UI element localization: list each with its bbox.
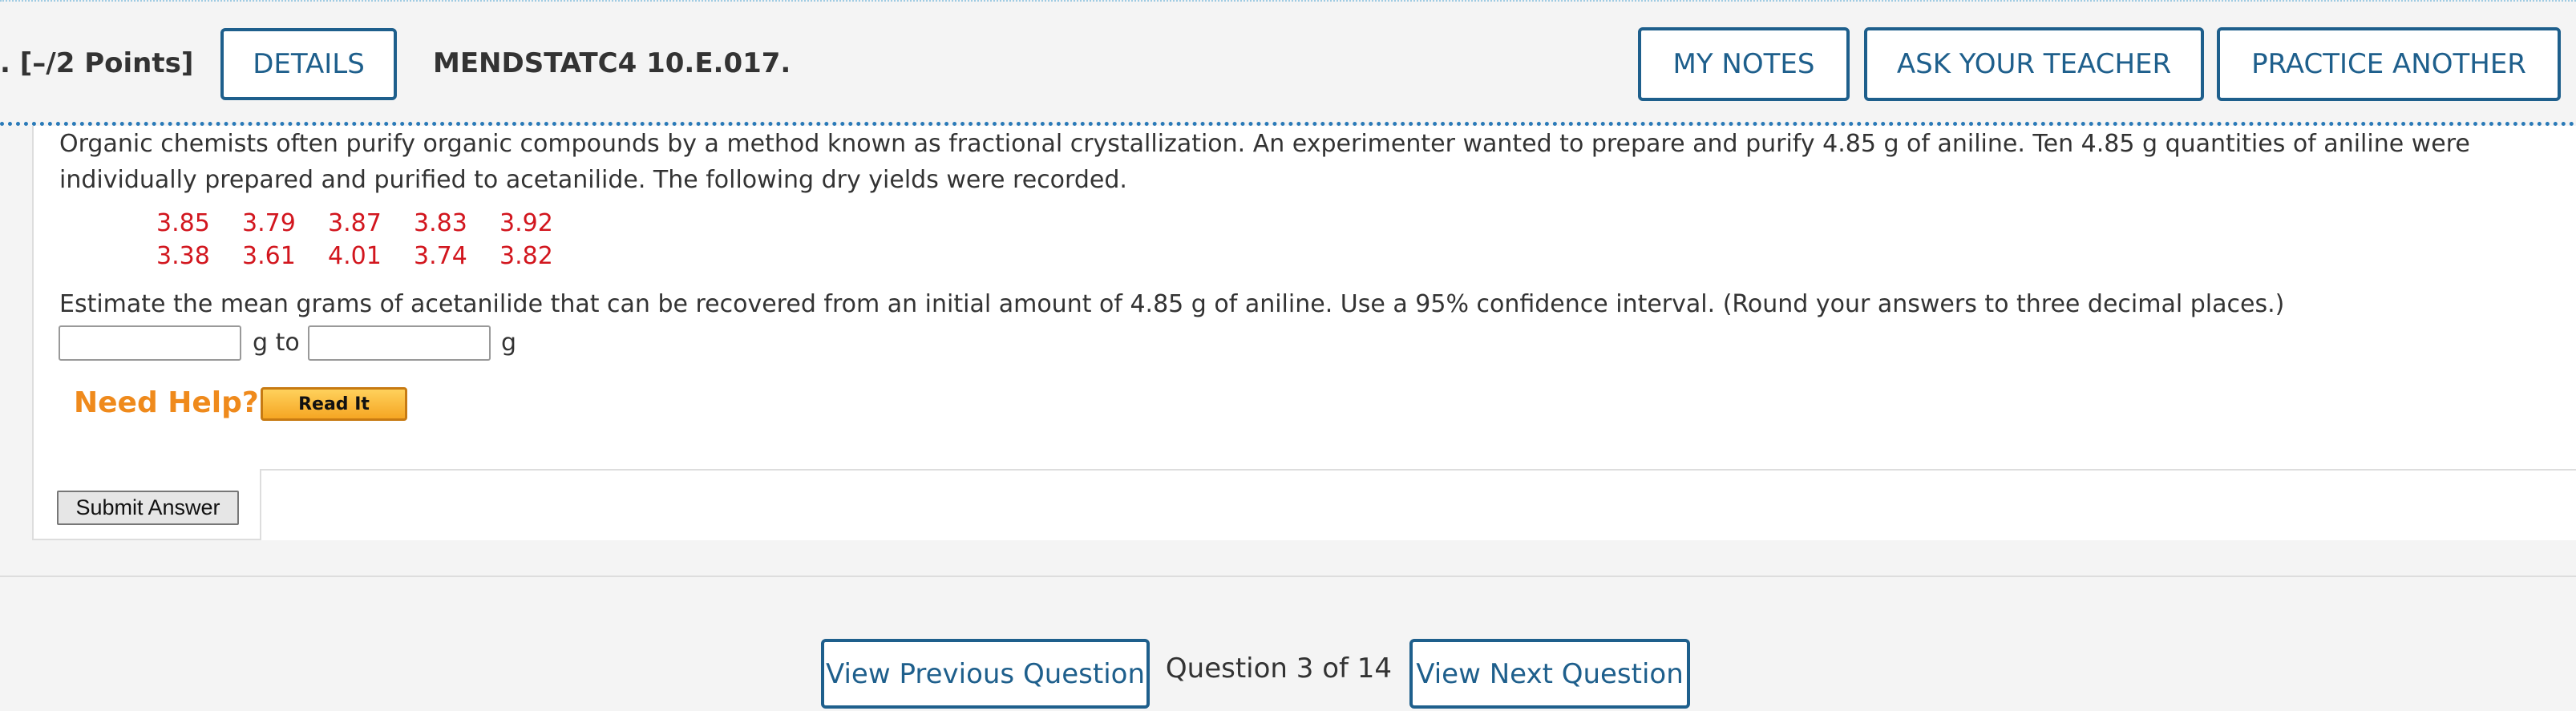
read-it-button[interactable]: Read It xyxy=(261,387,407,421)
panel-border-bottom xyxy=(32,539,261,540)
data-value: 3.61 xyxy=(242,242,296,270)
view-previous-question-button[interactable]: View Previous Question xyxy=(821,639,1150,709)
data-value: 3.87 xyxy=(328,209,382,237)
bottom-separator xyxy=(0,576,2576,577)
data-row: 3.38 3.61 4.01 3.74 3.82 xyxy=(156,242,585,270)
question-text: Organic chemists often purify organic co… xyxy=(59,130,2470,194)
instruction-text: Estimate the mean grams of acetanilide t… xyxy=(59,290,2285,318)
data-row: 3.85 3.79 3.87 3.83 3.92 xyxy=(156,209,585,237)
data-value: 3.85 xyxy=(156,209,210,237)
lower-bound-input[interactable] xyxy=(59,325,241,361)
data-value: 3.83 xyxy=(414,209,467,237)
question-header: . [–/2 Points] DETAILS MENDSTATC4 10.E.0… xyxy=(0,3,2576,126)
data-value: 3.92 xyxy=(499,209,553,237)
panel-divider xyxy=(260,469,2576,471)
practice-another-button[interactable]: PRACTICE ANOTHER xyxy=(2217,27,2561,101)
top-dotted-line xyxy=(0,0,2576,2)
submit-answer-button[interactable]: Submit Answer xyxy=(57,491,239,525)
points-label: . [–/2 Points] xyxy=(0,47,194,79)
data-value: 3.79 xyxy=(242,209,296,237)
data-value: 3.82 xyxy=(499,242,553,270)
details-button[interactable]: DETAILS xyxy=(220,28,397,100)
question-counter: Question 3 of 14 xyxy=(1165,652,1393,685)
g-to-label: g to xyxy=(253,329,300,357)
data-value: 3.74 xyxy=(414,242,467,270)
panel-border-right xyxy=(260,469,261,540)
need-help-label: Need Help? xyxy=(74,386,259,419)
data-value: 3.38 xyxy=(156,242,210,270)
my-notes-button[interactable]: MY NOTES xyxy=(1638,27,1850,101)
g-label: g xyxy=(501,329,517,357)
panel-border-left xyxy=(32,126,34,540)
assignment-id: MENDSTATC4 10.E.017. xyxy=(433,47,791,79)
ask-your-teacher-button[interactable]: ASK YOUR TEACHER xyxy=(1864,27,2204,101)
data-value: 4.01 xyxy=(328,242,382,270)
upper-bound-input[interactable] xyxy=(308,325,491,361)
view-next-question-button[interactable]: View Next Question xyxy=(1409,639,1690,709)
question-panel: Organic chemists often purify organic co… xyxy=(32,126,2576,540)
